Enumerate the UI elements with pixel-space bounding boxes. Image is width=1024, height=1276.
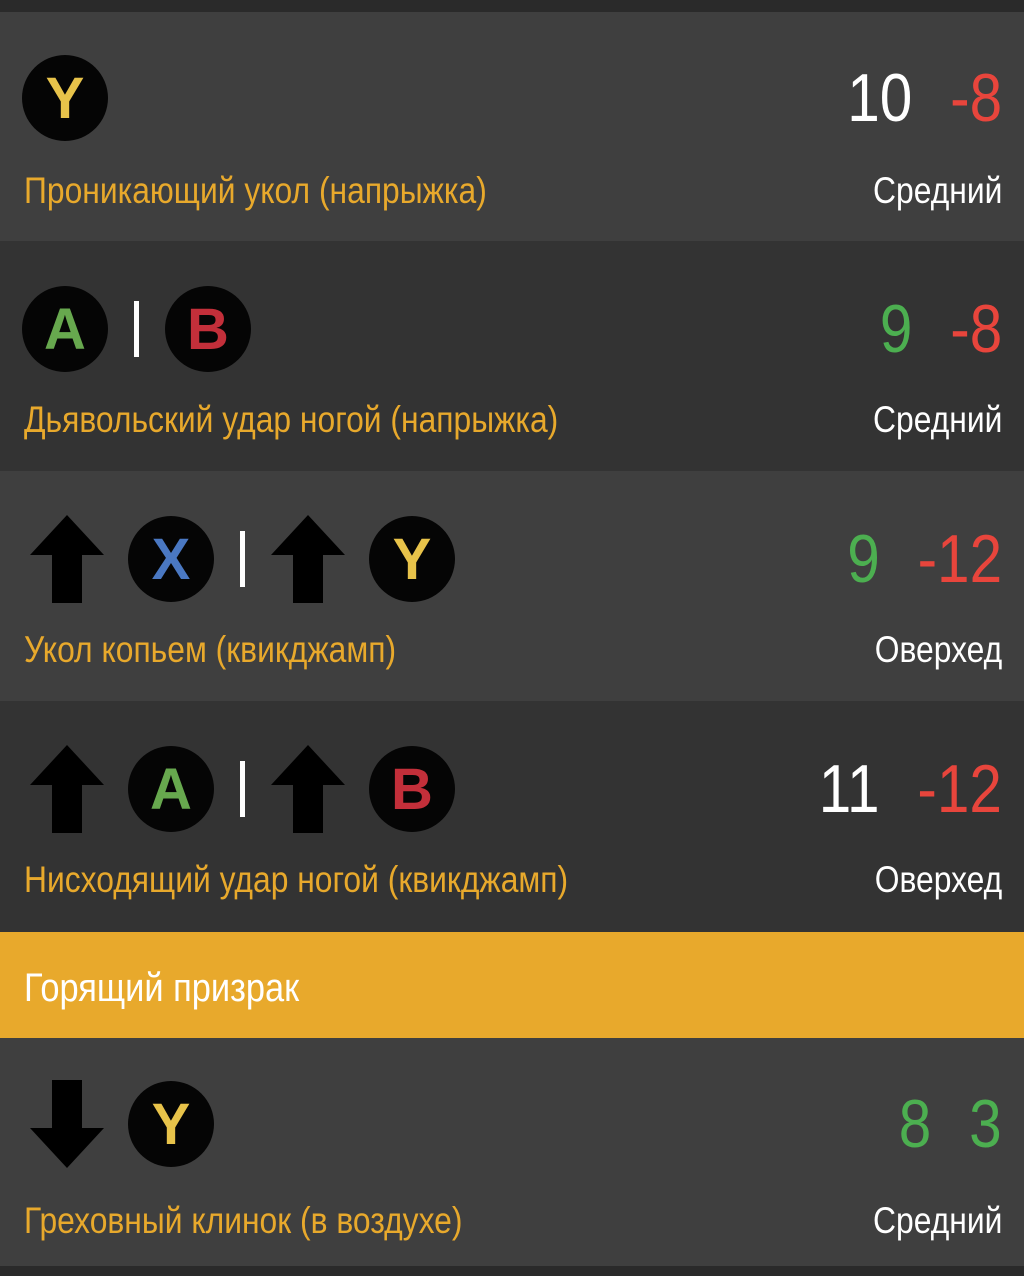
move-row-descending-kick[interactable]: A B 11 -12 Нисходящий удар ногой (квикдж…: [0, 701, 1024, 932]
x-button-icon: X: [128, 516, 214, 602]
hit-level: Оверхед: [874, 629, 1002, 670]
a-button-icon: A: [128, 746, 214, 832]
startup-frames: 10: [847, 60, 913, 136]
hit-level: Средний: [872, 399, 1002, 440]
frame-data: 11 -12: [819, 747, 1002, 831]
hit-level: Средний: [872, 1200, 1002, 1241]
b-button-icon: B: [369, 746, 455, 832]
startup-frames: 9: [879, 291, 913, 367]
hit-level: Оверхед: [874, 859, 1002, 900]
section-header[interactable]: Горящий призрак: [0, 932, 1024, 1038]
block-advantage: 3: [969, 1086, 1002, 1162]
move-input-sequence: A B: [30, 745, 455, 833]
frame-data: 9 -12: [847, 517, 1002, 601]
move-name: Проникающий укол (напрыжка): [24, 170, 487, 211]
y-button-icon: Y: [22, 55, 108, 141]
input-separator: [240, 761, 245, 817]
section-title: Горящий призрак: [24, 966, 300, 1010]
b-button-icon: B: [165, 286, 251, 372]
frame-data: 10 -8: [847, 56, 1002, 140]
arrow-down-icon: [30, 1080, 104, 1168]
y-button-icon: Y: [369, 516, 455, 602]
move-name: Дьявольский удар ногой (напрыжка): [24, 399, 559, 440]
arrow-up-icon: [271, 515, 345, 603]
startup-frames: 8: [899, 1086, 932, 1162]
y-button-icon: Y: [128, 1081, 214, 1167]
frame-data: 9 -8: [880, 287, 1002, 371]
hit-level: Средний: [872, 170, 1002, 211]
input-separator: [240, 531, 245, 587]
move-row-spear-thrust[interactable]: X Y 9 -12 Укол копьем (квикджамп) Оверхе…: [0, 471, 1024, 701]
block-advantage: -8: [949, 60, 1002, 136]
block-advantage: -12: [917, 751, 1002, 827]
arrow-up-icon: [271, 745, 345, 833]
move-name: Укол копьем (квикджамп): [24, 629, 397, 670]
move-input-sequence: A B: [22, 285, 251, 373]
move-row-sinful-blade[interactable]: Y 8 3 Греховный клинок (в воздухе) Средн…: [0, 1038, 1024, 1266]
input-separator: [134, 301, 139, 357]
block-advantage: -8: [949, 291, 1002, 367]
move-input-sequence: X Y: [30, 515, 455, 603]
move-input-sequence: Y: [22, 54, 108, 142]
move-row-penetrating-stab[interactable]: Y 10 -8 Проникающий укол (напрыжка) Сред…: [0, 12, 1024, 241]
arrow-up-icon: [30, 745, 104, 833]
a-button-icon: A: [22, 286, 108, 372]
move-input-sequence: Y: [30, 1080, 214, 1168]
move-name: Греховный клинок (в воздухе): [24, 1200, 463, 1241]
move-row-devil-kick[interactable]: A B 9 -8 Дьявольский удар ногой (напрыжк…: [0, 241, 1024, 471]
frame-data: 8 3: [899, 1082, 1002, 1166]
arrow-up-icon: [30, 515, 104, 603]
startup-frames: 11: [818, 751, 880, 827]
block-advantage: -12: [917, 521, 1002, 597]
startup-frames: 9: [847, 521, 880, 597]
bottom-edge: [0, 1266, 1024, 1276]
move-name: Нисходящий удар ногой (квикджамп): [24, 859, 569, 900]
top-edge: [0, 0, 1024, 12]
